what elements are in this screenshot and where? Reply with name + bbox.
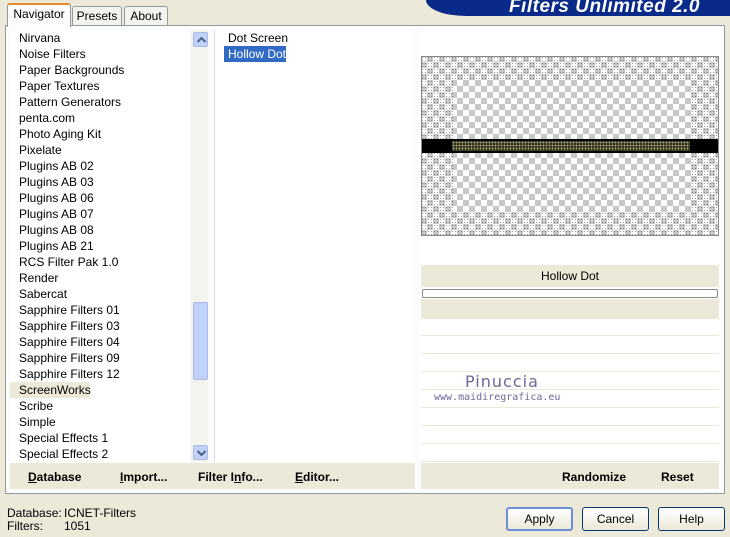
import-button[interactable]: Import... [120,470,167,484]
watermark-url: www.maidiregrafica.eu [434,392,561,403]
tab-presets[interactable]: Presets [72,6,122,25]
category-item[interactable]: Plugins AB 06 [10,190,190,206]
database-info-value: ICNET-Filters [64,506,136,520]
category-item[interactable]: Sapphire Filters 01 [10,302,190,318]
category-item[interactable]: penta.com [10,110,190,126]
category-item[interactable]: Special Effects 1 [10,430,190,446]
category-item[interactable]: Sabercat [10,286,190,302]
category-item[interactable]: Plugins AB 08 [10,222,190,238]
selected-filter-name: Hollow Dot [421,265,719,287]
category-scrollbar[interactable] [191,30,208,462]
filter-item[interactable]: Hollow Dot [224,46,286,62]
preview-border [421,56,719,236]
tab-presets-label: Presets [76,9,118,23]
filters-info-label: Filters: [7,519,43,533]
filter-list[interactable]: Dot Screen Hollow Dot [214,30,414,462]
category-item[interactable]: Photo Aging Kit [10,126,190,142]
category-item[interactable]: Sapphire Filters 09 [10,350,190,366]
category-item[interactable]: Sapphire Filters 04 [10,334,190,350]
scroll-down-button[interactable] [193,445,208,460]
database-button[interactable]: Database [28,470,81,484]
editor-label: ditor... [303,470,340,484]
database-mnemonic: D [28,470,37,484]
category-item[interactable]: Pattern Generators [10,94,190,110]
category-item[interactable]: RCS Filter Pak 1.0 [10,254,190,270]
parameter-row [421,428,719,444]
category-item[interactable]: Plugins AB 07 [10,206,190,222]
category-item[interactable]: Plugins AB 21 [10,238,190,254]
category-item[interactable]: Simple [10,414,190,430]
category-item[interactable]: Noise Filters [10,46,190,62]
tab-navigator[interactable]: Navigator [7,3,71,27]
category-item[interactable]: Sapphire Filters 12 [10,366,190,382]
chevron-down-icon [197,450,206,456]
category-item[interactable]: Nirvana [10,30,190,46]
cancel-button[interactable]: Cancel [582,507,649,531]
chevron-up-icon [197,37,206,43]
parameter-header [421,299,719,319]
randomize-button[interactable]: Randomize [562,470,626,484]
tab-navigator-label: Navigator [13,7,65,21]
editor-mnemonic: E [295,470,304,484]
help-button[interactable]: Help [658,507,725,531]
filter-info-button[interactable]: Filter Info... [198,470,263,484]
category-item[interactable]: Render [10,270,190,286]
app-title: Filters Unlimited 2.0 [508,0,700,17]
tab-about-label: About [130,9,162,23]
parameter-row [421,338,719,354]
category-item[interactable]: Sapphire Filters 03 [10,318,190,334]
database-label: atabase [36,470,82,484]
filters-info-value: 1051 [64,519,91,533]
apply-button[interactable]: Apply [506,507,573,531]
category-item[interactable]: Pixelate [10,142,190,158]
app-banner: Filters Unlimited 2.0 [426,0,730,17]
category-item[interactable]: Plugins AB 03 [10,174,190,190]
category-item[interactable]: ScreenWorks [10,382,91,398]
filter-item[interactable]: Dot Screen [224,30,414,46]
parameter-row [421,356,719,372]
category-item[interactable]: Scribe [10,398,190,414]
category-list[interactable]: Nirvana Noise Filters Paper Backgrounds Pap… [10,30,190,462]
category-item[interactable]: Paper Textures [10,78,190,94]
parameter-row [421,320,719,336]
filter-info-label-end: fo... [241,470,263,484]
scroll-up-button[interactable] [193,32,208,47]
category-item[interactable]: Special Effects 2 [10,446,190,462]
reset-button[interactable]: Reset [661,470,694,484]
category-item[interactable]: Paper Backgrounds [10,62,190,78]
tab-about[interactable]: About [124,6,168,25]
progress-bar [422,289,718,298]
import-label: mport... [123,470,168,484]
category-item[interactable]: Plugins AB 02 [10,158,190,174]
parameter-row [421,410,719,426]
editor-button[interactable]: Editor... [295,470,339,484]
watermark-name: Pinuccia [465,372,539,391]
scroll-thumb[interactable] [193,302,208,380]
parameter-row [421,446,719,462]
database-info-label: Database: [7,506,62,520]
filter-info-label-start: Filter I [198,470,235,484]
